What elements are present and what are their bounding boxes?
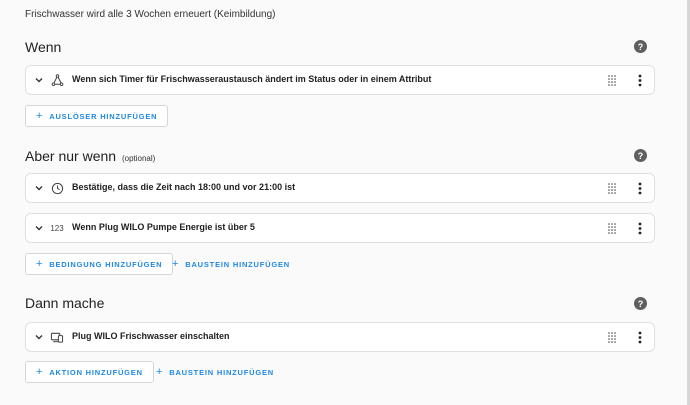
section-title-triggers: Wenn: [25, 39, 62, 55]
add-building-block-label: BAUSTEIN HINZUFÜGEN: [185, 259, 291, 269]
condition-label: Wenn Plug WILO Pumpe Energie ist über 5: [72, 222, 255, 232]
device-icon: [50, 330, 64, 344]
conditions-title-text: Aber nur wenn: [25, 148, 117, 164]
add-building-block-button[interactable]: + BAUSTEIN HINZUFÜGEN: [162, 253, 300, 275]
more-vert-icon[interactable]: [638, 182, 642, 195]
help-icon[interactable]: ?: [634, 40, 647, 53]
drag-handle-icon[interactable]: [608, 75, 616, 86]
numeric-icon: 123: [50, 223, 64, 233]
drag-handle-icon[interactable]: [608, 183, 616, 194]
section-title-actions: Dann mache: [25, 295, 105, 311]
plus-icon: +: [36, 365, 44, 378]
add-action-label: AKTION HINZUFÜGEN: [49, 367, 143, 377]
condition-row[interactable]: Bestätige, dass die Zeit nach 18:00 und …: [25, 173, 655, 203]
plus-icon: +: [156, 365, 164, 378]
more-vert-icon[interactable]: [638, 74, 642, 87]
clock-icon: [50, 181, 64, 195]
state-node-icon: [50, 73, 64, 87]
condition-row[interactable]: 123 Wenn Plug WILO Pumpe Energie ist übe…: [25, 213, 655, 243]
more-vert-icon[interactable]: [638, 222, 642, 235]
plus-icon: +: [36, 109, 44, 122]
chevron-down-icon[interactable]: [34, 223, 44, 233]
chevron-down-icon[interactable]: [34, 183, 44, 193]
add-building-block-label: BAUSTEIN HINZUFÜGEN: [169, 367, 275, 377]
add-building-block-button[interactable]: + BAUSTEIN HINZUFÜGEN: [146, 361, 284, 383]
action-row[interactable]: Plug WILO Frischwasser einschalten: [25, 322, 655, 352]
help-icon[interactable]: ?: [634, 149, 647, 162]
trigger-label: Wenn sich Timer für Frischwasseraustausc…: [72, 74, 432, 84]
optional-hint: (optional): [121, 154, 156, 163]
trigger-row[interactable]: Wenn sich Timer für Frischwasseraustausc…: [25, 65, 655, 95]
add-action-button[interactable]: + AKTION HINZUFÜGEN: [25, 361, 154, 383]
condition-label: Bestätige, dass die Zeit nach 18:00 und …: [72, 182, 296, 192]
add-trigger-label: AUSLÖSER HINZUFÜGEN: [49, 111, 158, 121]
add-trigger-button[interactable]: + AUSLÖSER HINZUFÜGEN: [25, 105, 169, 127]
drag-handle-icon[interactable]: [608, 332, 616, 343]
add-condition-button[interactable]: + BEDINGUNG HINZUFÜGEN: [25, 253, 174, 275]
plus-icon: +: [172, 257, 180, 270]
section-title-conditions: Aber nur wenn (optional): [25, 148, 155, 164]
action-label: Plug WILO Frischwasser einschalten: [72, 331, 230, 341]
more-vert-icon[interactable]: [638, 331, 642, 344]
drag-handle-icon[interactable]: [608, 223, 616, 234]
plus-icon: +: [36, 257, 44, 270]
add-condition-label: BEDINGUNG HINZUFÜGEN: [49, 259, 163, 269]
automation-description: Frischwasser wird alle 3 Wochen erneuert…: [25, 9, 276, 20]
chevron-down-icon[interactable]: [34, 332, 44, 342]
chevron-down-icon[interactable]: [34, 75, 44, 85]
help-icon[interactable]: ?: [634, 297, 647, 310]
